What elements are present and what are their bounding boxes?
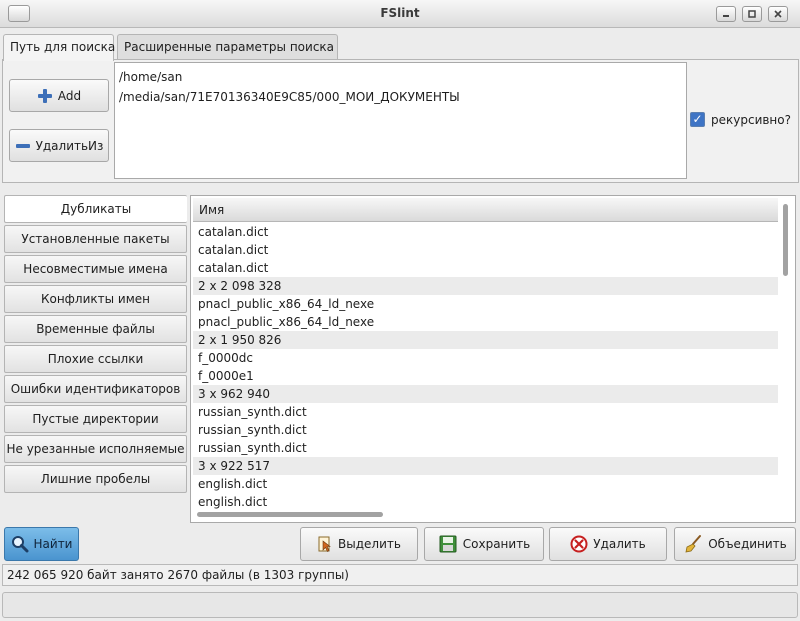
- list-item[interactable]: f_0000dc: [193, 349, 778, 367]
- category-non-stripped-binaries[interactable]: Не урезанные исполняемые: [4, 435, 187, 463]
- search-icon: [11, 536, 29, 553]
- group-row[interactable]: 3 x 962 940: [193, 385, 778, 403]
- minus-icon: [15, 143, 30, 148]
- merge-label: Объединить: [708, 537, 787, 551]
- merge-button[interactable]: Объединить: [674, 527, 796, 561]
- minimize-button[interactable]: [716, 6, 736, 22]
- results-list[interactable]: Имя catalan.dict catalan.dict catalan.di…: [190, 195, 796, 523]
- category-bad-ids[interactable]: Ошибки идентификаторов: [4, 375, 187, 403]
- find-label: Найти: [33, 537, 73, 551]
- category-empty-directories[interactable]: Пустые директории: [4, 405, 187, 433]
- list-item[interactable]: russian_synth.dict: [193, 403, 778, 421]
- category-bad-symlinks[interactable]: Плохие ссылки: [4, 345, 187, 373]
- list-item[interactable]: english.dict: [193, 493, 778, 511]
- path-item[interactable]: /media/san/71E70136340E9C85/000_МОИ_ДОКУ…: [119, 87, 682, 107]
- maximize-button[interactable]: [742, 6, 762, 22]
- list-item[interactable]: pnacl_public_x86_64_ld_nexe: [193, 313, 778, 331]
- recursive-label[interactable]: рекурсивно?: [711, 113, 791, 127]
- delete-label: Удалить: [593, 537, 646, 551]
- group-row[interactable]: 2 x 1 950 826: [193, 331, 778, 349]
- category-redundant-whitespace[interactable]: Лишние пробелы: [4, 465, 187, 493]
- select-icon: [318, 536, 331, 552]
- category-installed-packages[interactable]: Установленные пакеты: [4, 225, 187, 253]
- category-duplicates[interactable]: Дубликаты: [4, 195, 187, 223]
- list-item[interactable]: russian_synth.dict: [193, 439, 778, 457]
- progress-bar: [2, 592, 798, 618]
- remove-path-button[interactable]: УдалитьИз: [9, 129, 109, 162]
- add-path-button[interactable]: Add: [9, 79, 109, 112]
- tab-search-path[interactable]: Путь для поиска: [3, 34, 115, 61]
- list-item[interactable]: pnacl_public_x86_64_ld_nexe: [193, 295, 778, 313]
- title-bar: FSlint: [0, 0, 800, 28]
- list-item[interactable]: catalan.dict: [193, 223, 778, 241]
- close-button[interactable]: [768, 6, 788, 22]
- find-button[interactable]: Найти: [4, 527, 79, 561]
- list-item[interactable]: catalan.dict: [193, 259, 778, 277]
- minimize-icon: [723, 15, 729, 17]
- group-row[interactable]: 3 x 922 517: [193, 457, 778, 475]
- delete-icon: [570, 535, 588, 553]
- save-button[interactable]: Сохранить: [424, 527, 544, 561]
- remove-path-label: УдалитьИз: [35, 138, 104, 153]
- category-bad-names[interactable]: Несовместимые имена: [4, 255, 187, 283]
- status-bar: 242 065 920 байт занято 2670 файлы (в 13…: [2, 564, 798, 586]
- save-icon: [439, 535, 457, 553]
- delete-button[interactable]: Удалить: [549, 527, 667, 561]
- checkmark-icon: ✓: [692, 112, 703, 126]
- category-temp-files[interactable]: Временные файлы: [4, 315, 187, 343]
- recursive-checkbox[interactable]: ✓: [690, 112, 705, 127]
- category-name-clashes[interactable]: Конфликты имен: [4, 285, 187, 313]
- add-path-label: Add: [57, 88, 82, 103]
- horizontal-scrollbar-thumb[interactable]: [197, 512, 383, 517]
- name-column-header[interactable]: Имя: [193, 198, 778, 222]
- list-item[interactable]: english.dict: [193, 475, 778, 493]
- close-icon: [774, 10, 782, 18]
- path-item[interactable]: /home/san: [119, 67, 682, 87]
- broom-icon: [685, 535, 702, 553]
- tab-advanced-search[interactable]: Расширенные параметры поиска: [117, 34, 338, 60]
- group-row[interactable]: 2 x 2 098 328: [193, 277, 778, 295]
- window-title: FSlint: [380, 6, 420, 20]
- vertical-scrollbar-thumb[interactable]: [783, 204, 788, 276]
- select-button[interactable]: Выделить: [300, 527, 418, 561]
- list-item[interactable]: russian_synth.dict: [193, 421, 778, 439]
- list-item[interactable]: catalan.dict: [193, 241, 778, 259]
- select-label: Выделить: [338, 537, 401, 551]
- plus-icon: [37, 88, 52, 103]
- list-item[interactable]: f_0000e1: [193, 367, 778, 385]
- save-label: Сохранить: [462, 537, 531, 551]
- search-path-list[interactable]: /home/san /media/san/71E70136340E9C85/00…: [114, 62, 687, 179]
- maximize-icon: [748, 10, 756, 18]
